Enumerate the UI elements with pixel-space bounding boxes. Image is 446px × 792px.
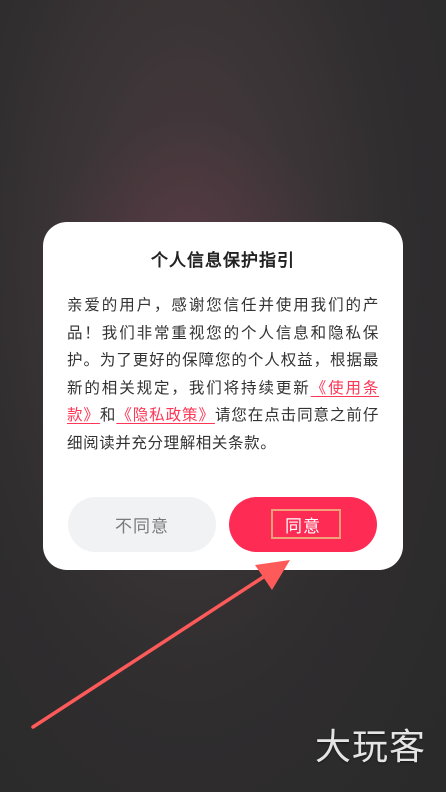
agree-button-label: 同意 [285, 517, 321, 537]
dialog-body: 亲爱的用户，感谢您信任并使用我们的产品！我们非常重视您的个人信息和隐私保护。为了… [67, 292, 379, 457]
disagree-button-label: 不同意 [115, 517, 169, 537]
dialog-title: 个人信息保护指引 [151, 251, 295, 271]
privacy-policy-link[interactable]: 《隐私政策》 [116, 406, 215, 424]
watermark-logo: 大玩客 [314, 727, 426, 768]
body-conjunction: 和 [99, 406, 117, 424]
privacy-dialog: 个人信息保护指引 亲爱的用户，感谢您信任并使用我们的产品！我们非常重视您的个人信… [43, 222, 403, 570]
agree-button[interactable]: 同意 [229, 497, 377, 552]
disagree-button[interactable]: 不同意 [68, 497, 216, 552]
